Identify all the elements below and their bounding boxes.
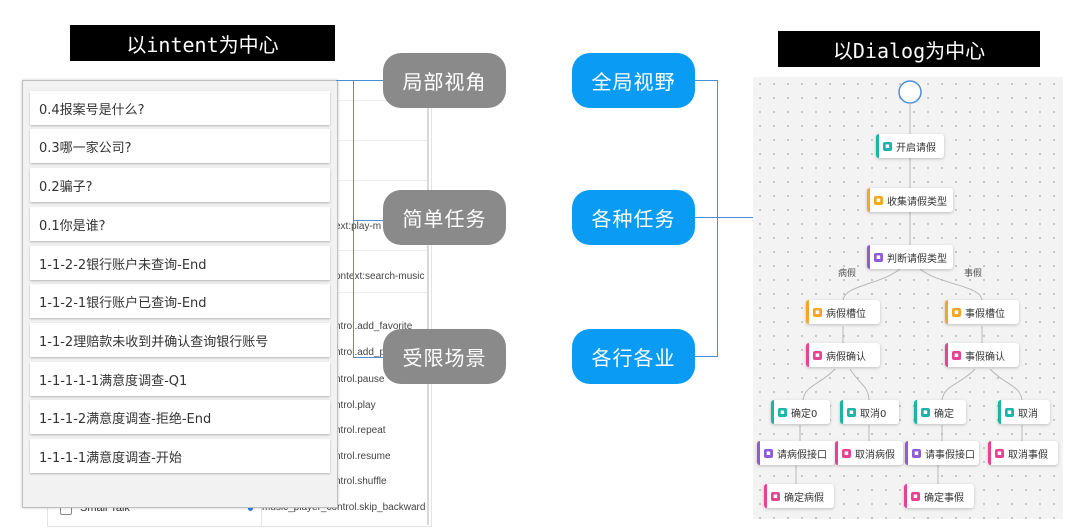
message-icon: ▪ (847, 407, 856, 417)
api-icon: ▪ (912, 448, 921, 458)
message-icon: ▪ (778, 407, 787, 417)
node-cancel-personal[interactable]: ▪ 取消事假 (988, 441, 1058, 465)
message-icon: ▪ (883, 141, 892, 151)
edge (989, 368, 1023, 401)
node-label: 请事假接口 (925, 449, 975, 461)
confirm-icon: ▪ (813, 350, 822, 360)
edge (802, 368, 836, 401)
node-label: 取消 (1018, 408, 1038, 420)
node-label: 确定 (934, 408, 954, 420)
edge-label-sick: 病假 (838, 269, 857, 279)
node-label: 开启请假 (896, 142, 936, 154)
node-sick-confirm[interactable]: ▪ 病假确认 (806, 343, 880, 367)
edge-label-personal: 事假 (964, 269, 983, 279)
node-label: 病假确认 (826, 351, 866, 363)
node-label: 请病假接口 (777, 449, 827, 461)
node-judge-type[interactable]: ▪ 判断请假类型 (867, 245, 953, 269)
node-confirm-personal[interactable]: ▪ 确定事假 (904, 484, 974, 508)
node-label: 取消事假 (1008, 449, 1048, 461)
edge (849, 368, 870, 401)
node-label: 确定0 (791, 408, 818, 420)
node-cancel0[interactable]: ▪ 取消0 (840, 400, 899, 424)
node-label: 取消0 (860, 408, 887, 420)
node-collect-type[interactable]: ▪ 收集请假类型 (867, 188, 953, 212)
node-label: 事假确认 (965, 351, 1005, 363)
node-cancel-sick[interactable]: ▪ 取消病假 (835, 441, 903, 465)
node-label: 事假槽位 (965, 308, 1005, 320)
node-start-leave[interactable]: ▪ 开启请假 (876, 134, 944, 158)
confirm-icon: ▪ (952, 350, 961, 360)
confirm-icon: ▪ (842, 448, 851, 458)
node-confirm-sick[interactable]: ▪ 确定病假 (764, 484, 834, 508)
node-label: 病假槽位 (826, 308, 866, 320)
confirm-icon: ▪ (911, 491, 920, 501)
message-icon: ▪ (921, 407, 930, 417)
node-label: 确定事假 (924, 492, 964, 504)
node-label: 取消病假 (855, 449, 895, 461)
node-ok0[interactable]: ▪ 确定0 (771, 400, 830, 424)
branch-icon: ▪ (874, 252, 883, 262)
node-personal-api[interactable]: ▪ 请事假接口 (905, 441, 979, 465)
node-sick-slot[interactable]: ▪ 病假槽位 (806, 300, 880, 324)
node-personal-slot[interactable]: ▪ 事假槽位 (945, 300, 1019, 324)
start-circle (898, 80, 922, 104)
message-icon: ▪ (1005, 407, 1014, 417)
edge (941, 368, 976, 401)
confirm-icon: ▪ (771, 491, 780, 501)
node-cancel[interactable]: ▪ 取消 (998, 400, 1050, 424)
slot-icon: ▪ (813, 307, 822, 317)
node-sick-api[interactable]: ▪ 请病假接口 (757, 441, 835, 465)
node-ok[interactable]: ▪ 确定 (914, 400, 966, 424)
confirm-icon: ▪ (995, 448, 1004, 458)
api-icon: ▪ (764, 448, 773, 458)
node-label: 判断请假类型 (887, 253, 947, 265)
node-label: 确定病假 (784, 492, 824, 504)
slot-icon: ▪ (952, 307, 961, 317)
node-personal-confirm[interactable]: ▪ 事假确认 (945, 343, 1019, 367)
node-label: 收集请假类型 (887, 196, 947, 208)
slot-icon: ▪ (874, 195, 883, 205)
